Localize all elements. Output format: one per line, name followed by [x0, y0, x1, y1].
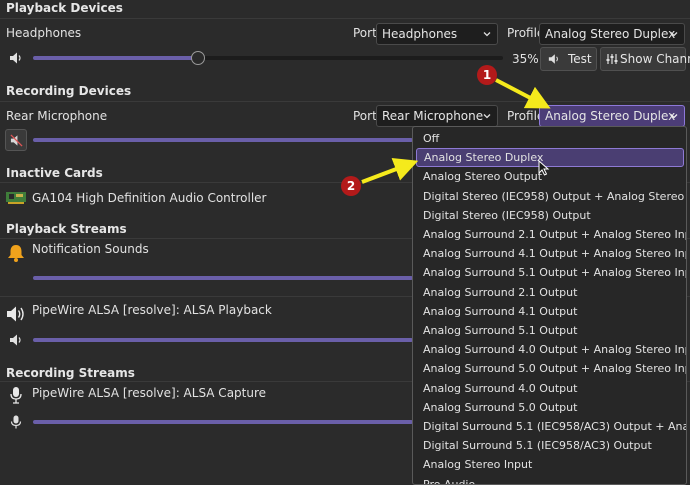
arrow-1	[495, 78, 551, 109]
arrow-2	[361, 158, 419, 184]
mouse-cursor-icon	[538, 160, 550, 176]
annotation-arrows	[361, 78, 551, 184]
step-badge-2: 2	[341, 176, 361, 196]
step-badge-1: 1	[477, 65, 497, 85]
